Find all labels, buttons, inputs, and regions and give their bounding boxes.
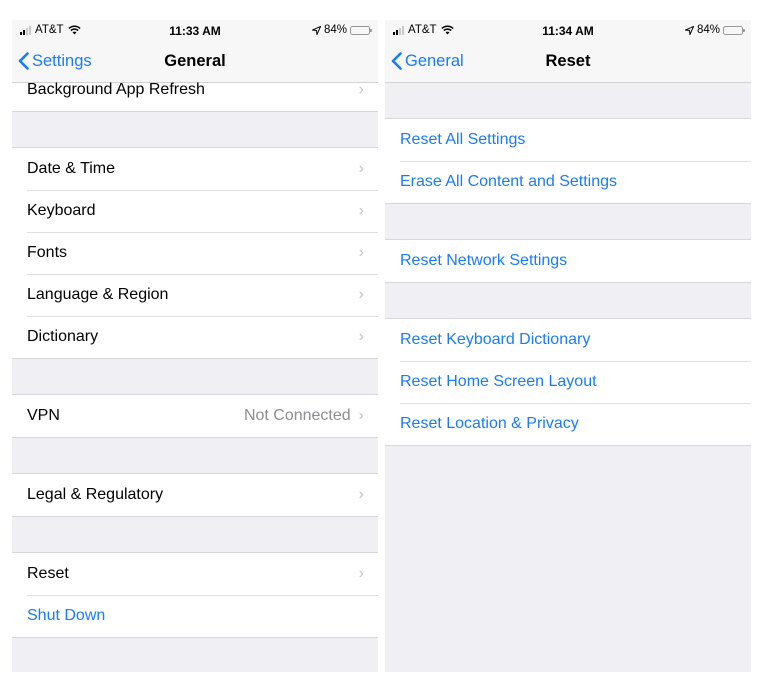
general-screen: AT&T 11:33 AM 84% Settings General Backg… <box>12 20 378 672</box>
row-label: Fonts <box>27 244 68 261</box>
section-gap <box>12 112 378 147</box>
chevron-right-icon: › <box>358 407 364 424</box>
list-item-language-region[interactable]: Language & Region › <box>12 274 378 316</box>
row-label: Reset <box>27 565 69 582</box>
status-bar: AT&T 11:33 AM 84% <box>12 20 378 40</box>
chevron-right-icon: › <box>358 202 364 219</box>
section-gap <box>385 283 751 318</box>
erase-all-content-button[interactable]: Erase All Content and Settings <box>385 161 751 203</box>
settings-group: Legal & Regulatory › <box>12 473 378 517</box>
reset-group: Reset Network Settings <box>385 239 751 283</box>
battery-percent: 84% <box>323 24 347 36</box>
chevron-right-icon: › <box>358 244 364 261</box>
reset-group: Reset Keyboard Dictionary Reset Home Scr… <box>385 318 751 446</box>
section-gap <box>12 359 378 394</box>
row-label: Erase All Content and Settings <box>400 173 618 190</box>
list-item-dictionary[interactable]: Dictionary › <box>12 316 378 358</box>
list-item-fonts[interactable]: Fonts › <box>12 232 378 274</box>
list-item-vpn[interactable]: VPN Not Connected › <box>12 395 378 437</box>
row-label: Legal & Regulatory <box>27 486 164 503</box>
reset-home-screen-layout-button[interactable]: Reset Home Screen Layout <box>385 361 751 403</box>
back-label: Settings <box>32 51 92 70</box>
reset-all-settings-button[interactable]: Reset All Settings <box>385 119 751 161</box>
row-label: Reset Location & Privacy <box>400 415 579 432</box>
chevron-right-icon: › <box>358 328 364 345</box>
row-label: Language & Region <box>27 286 169 303</box>
location-arrow-icon <box>684 25 694 35</box>
reset-location-privacy-button[interactable]: Reset Location & Privacy <box>385 403 751 445</box>
row-label: Keyboard <box>27 202 96 219</box>
settings-group: Reset › Shut Down <box>12 552 378 638</box>
vpn-status: Not Connected <box>243 407 351 424</box>
row-label: VPN <box>27 407 60 424</box>
nav-bar: Settings General <box>12 40 378 83</box>
list-item-keyboard[interactable]: Keyboard › <box>12 190 378 232</box>
reset-network-settings-button[interactable]: Reset Network Settings <box>385 240 751 282</box>
chevron-left-icon <box>391 52 402 70</box>
row-label: Reset Keyboard Dictionary <box>400 331 591 348</box>
section-gap <box>12 517 378 552</box>
section-gap <box>385 204 751 239</box>
list-item-background-app-refresh[interactable]: Background App Refresh › <box>12 81 378 111</box>
reset-group: Reset All Settings Erase All Content and… <box>385 118 751 204</box>
section-gap <box>12 438 378 473</box>
chevron-right-icon: › <box>358 486 364 503</box>
row-label: Shut Down <box>27 607 106 624</box>
battery-percent: 84% <box>696 24 720 36</box>
settings-group: Date & Time › Keyboard › Fonts › Languag… <box>12 147 378 359</box>
nav-bar: General Reset <box>385 40 751 83</box>
row-label: Background App Refresh <box>27 81 205 98</box>
settings-group: VPN Not Connected › <box>12 394 378 438</box>
shut-down-button[interactable]: Shut Down <box>12 595 378 637</box>
chevron-right-icon: › <box>358 160 364 177</box>
battery-icon <box>350 25 372 35</box>
list-item-date-time[interactable]: Date & Time › <box>12 148 378 190</box>
row-label: Reset All Settings <box>400 131 526 148</box>
chevron-left-icon <box>18 52 29 70</box>
settings-group: Background App Refresh › <box>12 81 378 112</box>
back-button[interactable]: Settings <box>18 40 92 82</box>
back-button[interactable]: General <box>391 40 464 82</box>
chevron-right-icon: › <box>358 286 364 303</box>
battery-icon <box>723 25 745 35</box>
list-item-legal-regulatory[interactable]: Legal & Regulatory › <box>12 474 378 516</box>
chevron-right-icon: › <box>358 81 364 98</box>
list-item-reset[interactable]: Reset › <box>12 553 378 595</box>
section-gap <box>385 83 751 118</box>
row-label: Date & Time <box>27 160 116 177</box>
chevron-right-icon: › <box>358 565 364 582</box>
reset-screen: AT&T 11:34 AM 84% General Reset Reset Al… <box>385 20 751 672</box>
row-label: Reset Home Screen Layout <box>400 373 597 390</box>
row-label: Reset Network Settings <box>400 252 568 269</box>
status-bar: AT&T 11:34 AM 84% <box>385 20 751 40</box>
location-arrow-icon <box>311 25 321 35</box>
back-label: General <box>405 51 464 70</box>
reset-keyboard-dictionary-button[interactable]: Reset Keyboard Dictionary <box>385 319 751 361</box>
row-label: Dictionary <box>27 328 99 345</box>
